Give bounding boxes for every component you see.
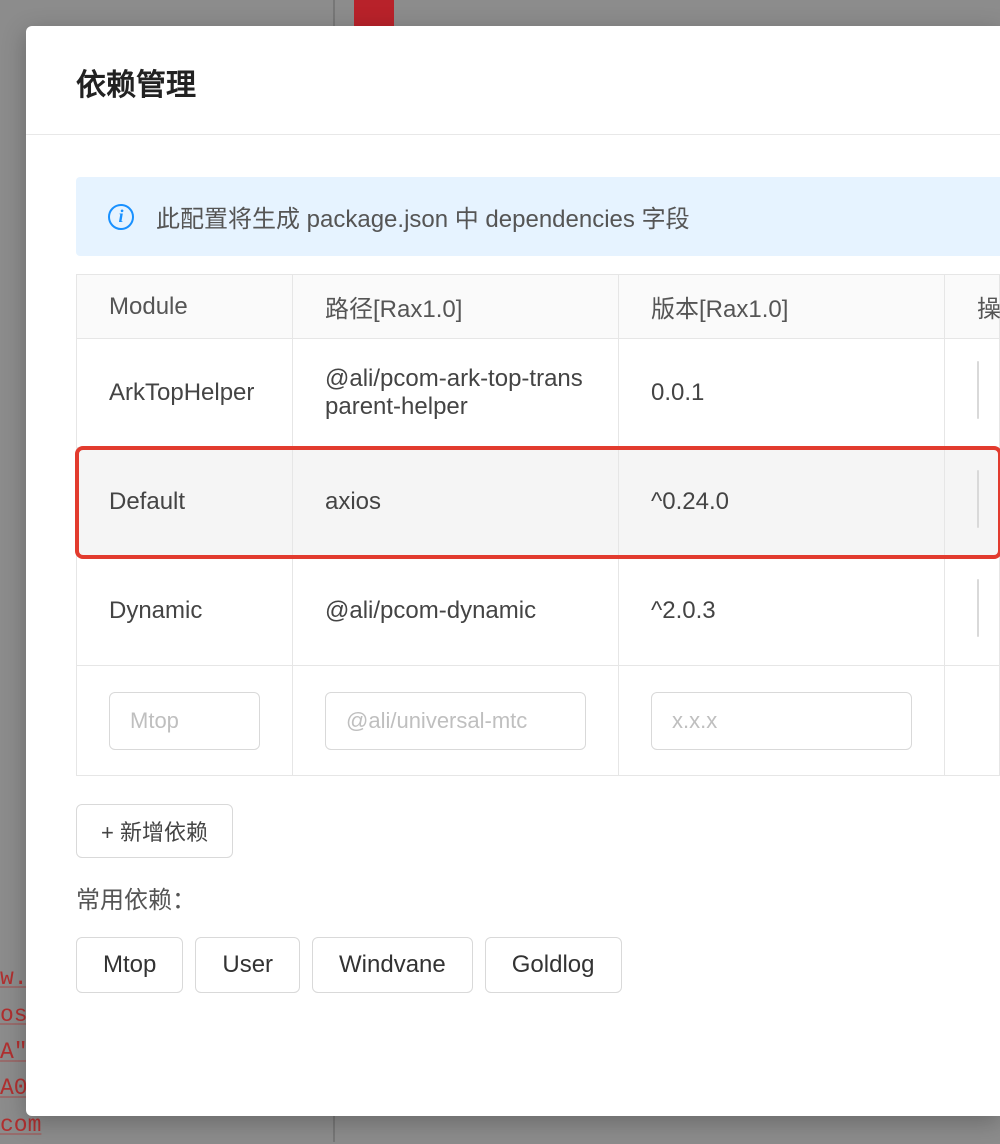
cell-module-input	[77, 666, 293, 776]
cell-path: axios	[293, 448, 619, 557]
table-row: ArkTopHelper @ali/pcom-ark-top-transpare…	[77, 339, 1000, 448]
alert-text: 此配置将生成 package.json 中 dependencies 字段	[156, 199, 690, 234]
module-input[interactable]	[109, 692, 260, 750]
add-dependency-button[interactable]: + 新增依赖	[76, 804, 233, 858]
row-action-button[interactable]	[977, 470, 979, 528]
th-version: 版本[Rax1.0]	[619, 275, 945, 339]
tag-mtop[interactable]: Mtop	[76, 937, 183, 993]
th-module: Module	[77, 275, 293, 339]
dependency-modal: 依赖管理 i 此配置将生成 package.json 中 dependencie…	[26, 26, 1000, 1116]
cell-version: ^0.24.0	[619, 448, 945, 557]
cell-module: Dynamic	[77, 557, 293, 666]
cell-path: @ali/pcom-dynamic	[293, 557, 619, 666]
cell-action	[945, 557, 1000, 666]
common-deps-tags: Mtop User Windvane Goldlog	[76, 937, 1000, 993]
common-deps-label: 常用依赖：	[76, 880, 1000, 915]
info-alert: i 此配置将生成 package.json 中 dependencies 字段	[76, 177, 1000, 256]
add-dependency-label: + 新增依赖	[101, 815, 208, 847]
cell-path-input	[293, 666, 619, 776]
th-action: 操	[945, 275, 1000, 339]
table-header-row: Module 路径[Rax1.0] 版本[Rax1.0] 操	[77, 275, 1000, 339]
cell-version: 0.0.1	[619, 339, 945, 448]
info-icon: i	[108, 204, 134, 230]
version-input[interactable]	[651, 692, 912, 750]
cell-module: ArkTopHelper	[77, 339, 293, 448]
cell-path: @ali/pcom-ark-top-transparent-helper	[293, 339, 619, 448]
tag-windvane[interactable]: Windvane	[312, 937, 473, 993]
modal-body: i 此配置将生成 package.json 中 dependencies 字段 …	[26, 135, 1000, 993]
dependencies-table: Module 路径[Rax1.0] 版本[Rax1.0] 操 ArkTopHel…	[76, 274, 1000, 776]
cell-version-input	[619, 666, 945, 776]
row-action-button[interactable]	[977, 361, 979, 419]
modal-title: 依赖管理	[76, 60, 950, 104]
cell-action	[945, 339, 1000, 448]
table-row: Default axios ^0.24.0	[77, 448, 1000, 557]
th-path: 路径[Rax1.0]	[293, 275, 619, 339]
cell-module: Default	[77, 448, 293, 557]
cell-action	[945, 448, 1000, 557]
modal-header: 依赖管理	[26, 26, 1000, 135]
path-input[interactable]	[325, 692, 586, 750]
table-row-draft	[77, 666, 1000, 776]
row-action-button[interactable]	[977, 579, 979, 637]
tag-goldlog[interactable]: Goldlog	[485, 937, 622, 993]
table-row: Dynamic @ali/pcom-dynamic ^2.0.3	[77, 557, 1000, 666]
cell-action	[945, 666, 1000, 776]
tag-user[interactable]: User	[195, 937, 300, 993]
cell-version: ^2.0.3	[619, 557, 945, 666]
